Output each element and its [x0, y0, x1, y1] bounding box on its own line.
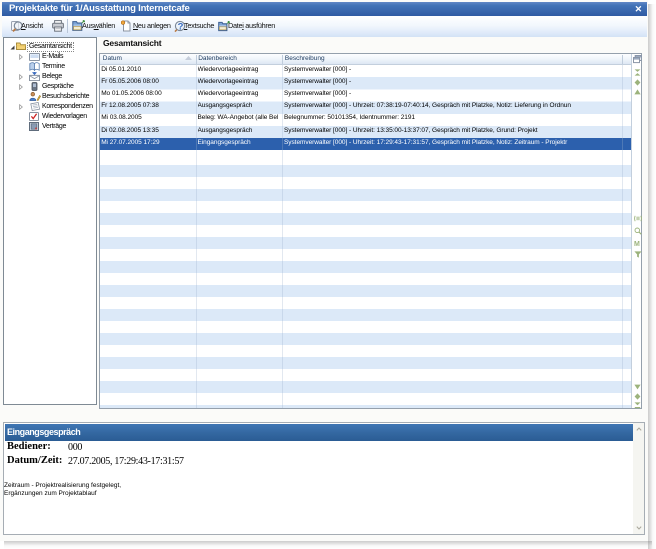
svg-text:?: ? — [178, 21, 184, 32]
svg-text:M: M — [634, 241, 640, 247]
